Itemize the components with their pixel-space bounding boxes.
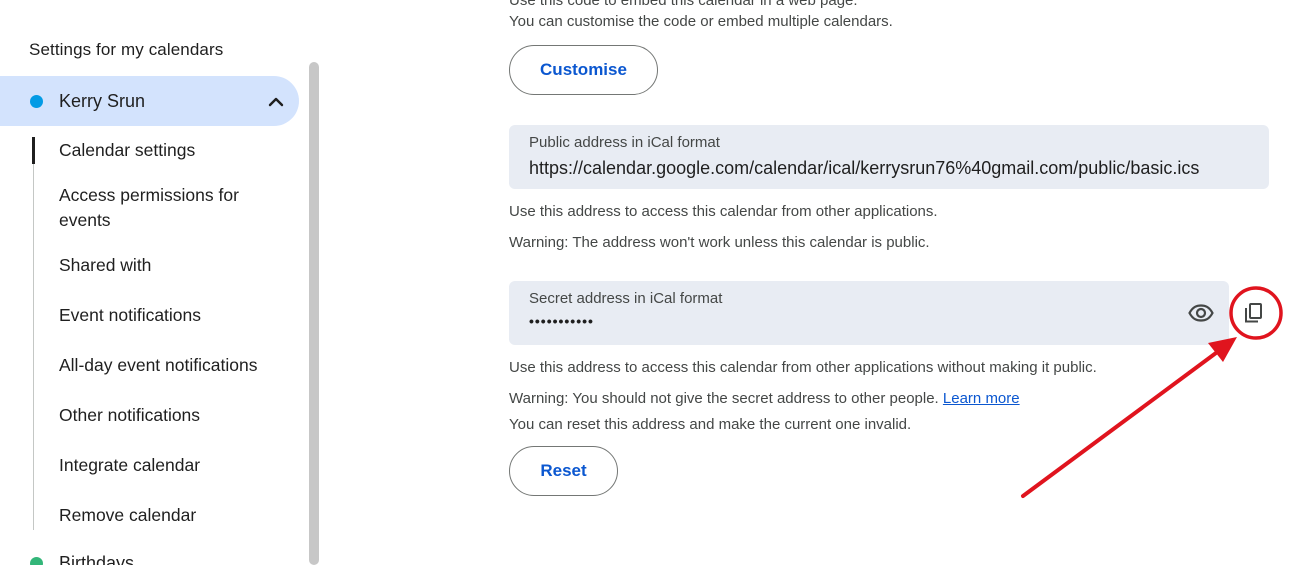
public-ical-warning: Warning: The address won't work unless t… (509, 234, 930, 251)
eye-icon[interactable] (1186, 299, 1216, 327)
embed-code-help: Use this code to embed this calendar in … (509, 0, 858, 9)
subnav-integrate-calendar[interactable]: Integrate calendar (59, 453, 289, 478)
reset-button[interactable]: Reset (509, 446, 618, 496)
subnav-calendar-settings[interactable]: Calendar settings (59, 138, 289, 163)
calendar-item-birthdays[interactable]: Birthdays (59, 553, 134, 565)
reset-help: You can reset this address and make the … (509, 416, 912, 433)
subnav-track (33, 137, 34, 530)
copy-icon[interactable] (1239, 298, 1269, 328)
learn-more-link[interactable]: Learn more (943, 390, 1020, 407)
sidebar-scrollbar[interactable] (309, 62, 319, 565)
subnav-remove-calendar[interactable]: Remove calendar (59, 503, 289, 528)
subnav-shared-with[interactable]: Shared with (59, 253, 289, 278)
public-ical-value[interactable]: https://calendar.google.com/calendar/ica… (529, 158, 1199, 179)
secret-ical-warning: Warning: You should not give the secret … (509, 390, 939, 407)
subnav-access-permissions[interactable]: Access permissions for events (59, 183, 289, 233)
secret-ical-warning-line: Warning: You should not give the secret … (509, 390, 1020, 407)
settings-sidebar: Settings for my calendars Kerry Srun Cal… (0, 0, 320, 565)
public-ical-field[interactable]: Public address in iCal format https://ca… (509, 125, 1269, 189)
public-ical-help: Use this address to access this calendar… (509, 203, 938, 220)
subnav-event-notifications[interactable]: Event notifications (59, 303, 289, 328)
calendar-name: Kerry Srun (59, 91, 146, 111)
subnav-active-indicator (32, 137, 35, 164)
secret-ical-help: Use this address to access this calendar… (509, 359, 1097, 376)
public-ical-label: Public address in iCal format (529, 134, 720, 151)
calendar-item-kerry-srun[interactable]: Kerry Srun (0, 76, 299, 126)
birthdays-color-dot (30, 557, 43, 565)
sidebar-heading: Settings for my calendars (29, 40, 224, 59)
embed-customise-help: You can customise the code or embed mult… (509, 13, 893, 30)
customise-button[interactable]: Customise (509, 45, 658, 95)
secret-ical-label: Secret address in iCal format (529, 290, 723, 307)
secret-ical-field[interactable]: Secret address in iCal format ••••••••••… (509, 281, 1229, 345)
chevron-up-icon[interactable] (264, 90, 288, 114)
calendar-color-dot (30, 95, 43, 108)
subnav-other-notifications[interactable]: Other notifications (59, 403, 289, 428)
subnav-all-day-event-notifications[interactable]: All-day event notifications (59, 353, 289, 378)
secret-ical-masked-value[interactable]: ••••••••••• (529, 313, 594, 329)
